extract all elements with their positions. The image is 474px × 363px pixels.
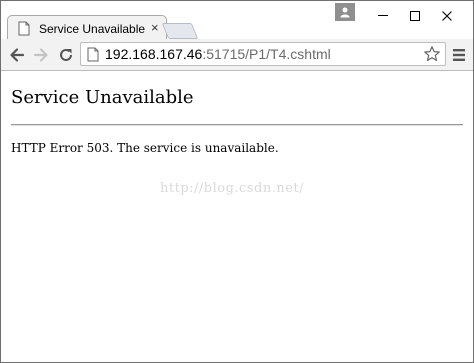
page-heading: Service Unavailable	[11, 87, 194, 108]
reload-icon	[60, 48, 72, 61]
toolbar: 192.168.167.46:51715/P1/T4.cshtml	[1, 39, 473, 71]
forward-arrow-icon	[33, 48, 48, 62]
page-content: Service Unavailable HTTP Error 503. The …	[2, 71, 472, 361]
watermark: http://blog.csdn.net/	[160, 181, 304, 196]
url-host: 192.168.167.46	[105, 46, 203, 62]
page-icon	[18, 21, 32, 36]
error-message: HTTP Error 503. The service is unavailab…	[11, 141, 279, 155]
back-button[interactable]	[7, 45, 27, 65]
address-bar[interactable]: 192.168.167.46:51715/P1/T4.cshtml	[80, 42, 446, 66]
close-window-button[interactable]	[433, 5, 461, 25]
tab-close-icon[interactable]: ×	[151, 21, 159, 34]
bookmark-star-button[interactable]	[423, 45, 441, 68]
tab-title: Service Unavailable	[39, 22, 146, 36]
reload-button[interactable]	[56, 45, 76, 65]
person-icon	[340, 7, 350, 18]
title-bar: Service Unavailable ×	[1, 1, 473, 41]
browser-window: Service Unavailable × 192.168.167.46:517…	[0, 0, 474, 363]
star-icon	[424, 46, 440, 61]
horizontal-rule	[11, 124, 463, 126]
menu-button[interactable]	[451, 47, 467, 68]
maximize-button[interactable]	[401, 5, 429, 25]
forward-button[interactable]	[31, 45, 51, 65]
page-icon	[87, 47, 99, 67]
tab-service-unavailable[interactable]: Service Unavailable ×	[7, 15, 167, 41]
url-text: 192.168.167.46:51715/P1/T4.cshtml	[105, 46, 331, 62]
profile-button[interactable]	[335, 3, 355, 21]
minimize-button[interactable]	[369, 5, 397, 25]
hamburger-menu-icon	[453, 49, 465, 61]
new-tab-button[interactable]	[161, 23, 199, 39]
minimize-icon	[378, 15, 388, 16]
maximize-icon	[410, 11, 420, 21]
close-icon	[442, 11, 452, 21]
url-path: :51715/P1/T4.cshtml	[202, 46, 331, 62]
back-arrow-icon	[10, 48, 25, 62]
